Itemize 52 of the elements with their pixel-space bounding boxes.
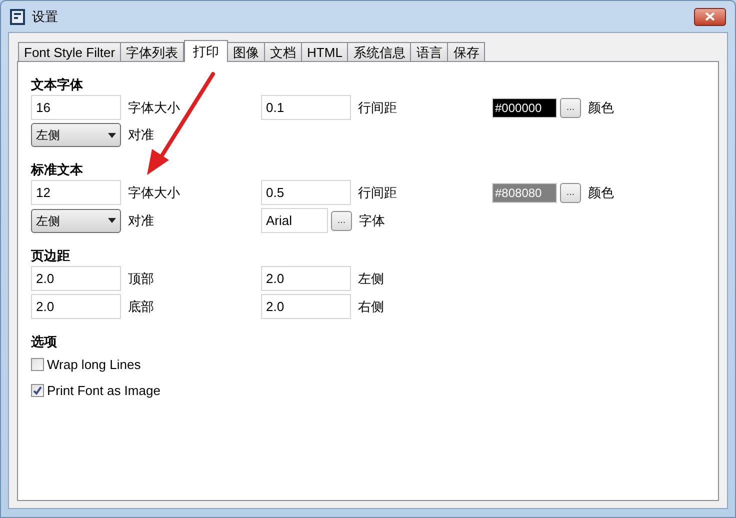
dropdown[interactable]: 左侧 [31, 208, 121, 232]
browse-button[interactable]: ... [560, 182, 581, 202]
tab[interactable]: 系统信息 [347, 42, 412, 61]
checkbox-label: Wrap long Lines [47, 356, 141, 374]
field-caption: 顶部 [128, 270, 154, 288]
tab[interactable]: 保存 [447, 42, 486, 61]
field-caption: 行间距 [358, 98, 397, 117]
section-heading: 文本字体 [31, 76, 83, 93]
tab[interactable]: 打印 [184, 40, 228, 62]
close-icon [705, 12, 715, 21]
field-caption: 右侧 [358, 298, 384, 316]
browse-button[interactable]: ... [331, 210, 352, 230]
section-heading: 选项 [31, 333, 57, 350]
input-field[interactable]: 2.0 [261, 266, 351, 291]
field-caption: 字体大小 [128, 98, 180, 117]
input-field[interactable]: Arial [261, 208, 328, 233]
color-field[interactable]: #000000 [492, 98, 557, 118]
caret-icon [108, 132, 116, 138]
input-field[interactable]: 2.0 [31, 266, 121, 291]
tab[interactable]: Font Style Filter [18, 42, 122, 61]
field-caption: 颜色 [588, 98, 614, 117]
tab[interactable]: 字体列表 [120, 42, 184, 61]
input-field[interactable]: 12 [31, 180, 121, 205]
field-caption: 对准 [128, 212, 154, 230]
field-caption: 颜色 [588, 184, 614, 202]
input-field[interactable]: 16 [31, 95, 121, 120]
input-field[interactable]: 2.0 [261, 294, 351, 319]
checkbox-label: Print Font as Image [47, 382, 160, 400]
input-field[interactable]: 0.1 [261, 95, 351, 120]
field-caption: 行间距 [358, 184, 397, 202]
field-caption: 对准 [128, 126, 154, 144]
app-icon [9, 8, 27, 26]
tab[interactable]: 语言 [410, 42, 448, 61]
field-caption: 底部 [128, 298, 154, 316]
window-title: 设置 [32, 8, 58, 26]
color-field[interactable]: #808080 [492, 182, 557, 202]
section-heading: 页边距 [31, 247, 70, 264]
browse-button[interactable]: ... [560, 98, 581, 118]
tab[interactable]: 图像 [227, 42, 266, 61]
checkbox[interactable] [31, 358, 44, 372]
caret-icon [108, 218, 116, 223]
dropdown[interactable]: 左侧 [31, 123, 121, 147]
input-field[interactable]: 0.5 [261, 180, 351, 205]
tab[interactable]: 文档 [264, 42, 302, 61]
field-caption: 字体 [359, 212, 385, 230]
field-caption: 字体大小 [128, 184, 180, 202]
field-caption: 左侧 [358, 270, 384, 288]
section-heading: 标准文本 [31, 161, 83, 178]
checkbox[interactable] [31, 384, 44, 397]
input-field[interactable]: 2.0 [31, 294, 121, 319]
tab[interactable]: HTML [301, 42, 348, 61]
close-button[interactable] [694, 8, 726, 26]
